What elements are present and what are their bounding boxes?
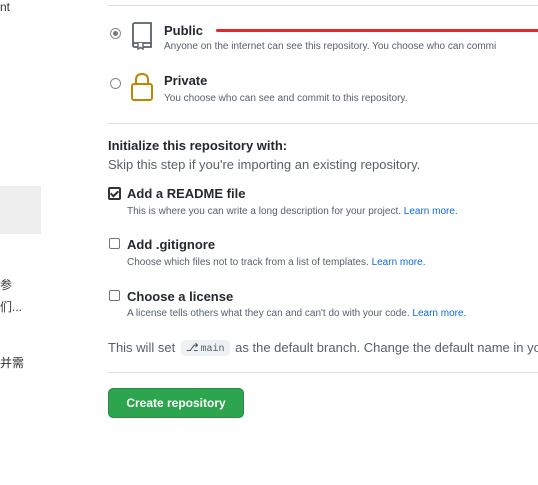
public-title[interactable]: Public [164,23,203,38]
left-fragment-text: 并需 [0,356,25,370]
lock-icon [131,72,153,101]
license-description-text: A license tells others what they can and… [127,308,410,319]
left-fragment-text: 们... [0,300,23,314]
divider [108,123,538,124]
public-radio[interactable] [110,28,121,39]
branch-prefix: This will set [108,340,176,355]
branch-name: main [200,344,225,355]
gitignore-checkbox[interactable] [109,238,120,249]
private-description: You choose who can see and commit to thi… [164,93,408,104]
readme-description-text: This is where you can write a long descr… [127,206,402,217]
readme-title[interactable]: Add a README file [127,186,245,201]
gitignore-title[interactable]: Add .gitignore [127,237,215,252]
background-highlight-band [0,186,41,234]
left-fragment-text: 参 [0,278,13,292]
divider [108,5,538,6]
readme-learn-more-link[interactable]: Learn more. [404,206,458,217]
default-branch-text: This will set ⎇ main as the default branc… [108,340,538,356]
branch-pill: ⎇ main [180,340,230,356]
public-description: Anyone on the internet can see this repo… [164,41,497,52]
readme-checkbox[interactable] [108,187,121,200]
initialize-subtext: Skip this step if you're importing an ex… [108,157,421,172]
left-fragment-text: nt [0,0,11,14]
private-title[interactable]: Private [164,73,207,88]
gitignore-description-text: Choose which files not to track from a l… [127,257,369,268]
repo-book-icon [132,22,152,50]
gitignore-description: Choose which files not to track from a l… [127,257,425,268]
red-annotation-line [216,29,538,32]
license-title[interactable]: Choose a license [127,289,233,304]
create-repository-button[interactable]: Create repository [108,388,244,418]
background-left-panel [0,0,42,485]
create-repository-form: Public Anyone on the internet can see th… [108,0,538,485]
initialize-heading: Initialize this repository with: [108,138,288,153]
divider [108,372,538,373]
gutter [41,0,108,485]
gitignore-learn-more-link[interactable]: Learn more. [372,257,426,268]
license-learn-more-link[interactable]: Learn more. [412,308,466,319]
branch-suffix: as the default branch. Change the defaul… [235,340,538,355]
private-radio[interactable] [110,78,121,89]
license-description: A license tells others what they can and… [127,308,466,319]
git-branch-icon: ⎇ [185,343,199,355]
license-checkbox[interactable] [109,290,120,301]
readme-description: This is where you can write a long descr… [127,206,458,217]
